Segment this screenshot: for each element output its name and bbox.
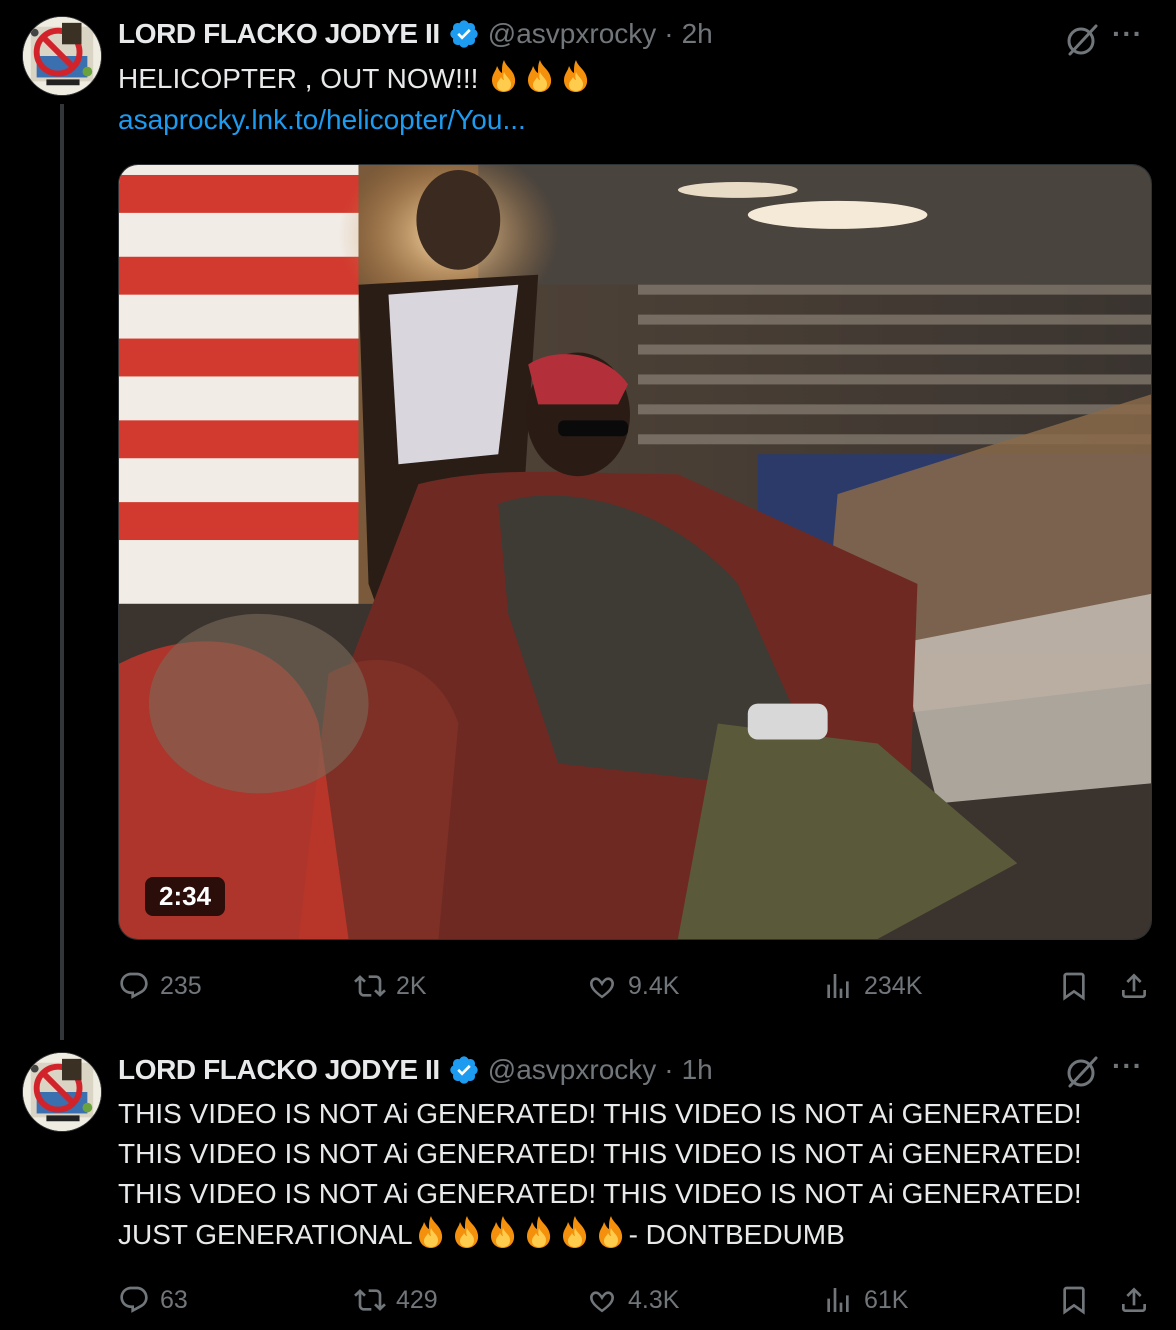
like-button[interactable]: 9.4K	[586, 966, 679, 1006]
views-button[interactable]: 61K	[822, 1280, 908, 1320]
share-button[interactable]	[1118, 1280, 1150, 1320]
avatar-image	[23, 1053, 101, 1131]
reply-icon	[118, 1284, 150, 1316]
fire-emoji	[557, 1214, 593, 1250]
repost-count: 2K	[396, 971, 427, 1000]
view-count: 234K	[864, 971, 923, 1000]
fire-emoji	[449, 1214, 485, 1250]
view-count: 61K	[864, 1285, 909, 1314]
action-bar: 235 2K 9.4K 234K	[118, 966, 1158, 1006]
verified-badge-icon[interactable]	[448, 18, 480, 50]
bookmark-icon	[1058, 970, 1090, 1002]
tweet-header: LORD FLACKO JODYE II @asvpxrocky · 1h	[118, 1050, 713, 1090]
like-count: 9.4K	[628, 971, 680, 1000]
fire-emoji	[413, 1214, 449, 1250]
separator: ·	[664, 18, 674, 49]
handle[interactable]: @asvpxrocky	[488, 1054, 656, 1086]
more-options-button[interactable]: ···	[1112, 18, 1143, 50]
like-count: 4.3K	[628, 1285, 680, 1314]
reply-count: 63	[160, 1285, 188, 1314]
share-button[interactable]	[1118, 966, 1150, 1006]
handle[interactable]: @asvpxrocky	[488, 18, 656, 50]
repost-icon	[354, 970, 386, 1002]
thread-line	[60, 104, 64, 1040]
tweet-text-segment: - DONTBEDUMB	[628, 1219, 845, 1250]
video-duration: 2:34	[145, 877, 226, 916]
views-icon	[822, 970, 854, 1002]
verified-badge-icon[interactable]	[448, 1054, 480, 1086]
tweet-text-content: HELICOPTER , OUT NOW!!!	[118, 63, 479, 94]
action-bar: 63 429 4.3K 61K	[118, 1280, 1158, 1320]
tweet-text-line: JUST GENERATIONAL - DONTBEDUMB	[118, 1214, 1158, 1255]
tweet-header: LORD FLACKO JODYE II @asvpxrocky · 2h	[118, 14, 713, 54]
fire-emojis	[486, 63, 594, 94]
fire-emoji	[485, 1214, 521, 1250]
bookmark-button[interactable]	[1058, 966, 1090, 1006]
reply-icon	[118, 970, 150, 1002]
timestamp[interactable]: 2h	[682, 18, 713, 50]
tweet-text: HELICOPTER , OUT NOW!!!	[118, 58, 594, 99]
display-name[interactable]: LORD FLACKO JODYE II	[118, 1054, 440, 1086]
fire-emojis	[413, 1219, 629, 1250]
fire-emoji	[558, 58, 594, 94]
timestamp[interactable]: 1h	[682, 1054, 713, 1086]
more-options-button[interactable]: ···	[1112, 1050, 1143, 1082]
tweet-text-segment: JUST GENERATIONAL	[118, 1219, 413, 1250]
share-icon	[1118, 970, 1150, 1002]
grok-icon[interactable]	[1064, 22, 1100, 58]
share-icon	[1118, 1284, 1150, 1316]
video-thumbnail	[119, 165, 1151, 939]
tweet[interactable]: LORD FLACKO JODYE II @asvpxrocky · 2h ··…	[0, 0, 1176, 1040]
views-icon	[822, 1284, 854, 1316]
fire-emoji	[521, 1214, 557, 1250]
repost-icon	[354, 1284, 386, 1316]
fire-emoji	[522, 58, 558, 94]
avatar[interactable]	[22, 16, 102, 96]
separator: ·	[664, 1054, 674, 1085]
fire-emoji	[486, 58, 522, 94]
views-button[interactable]: 234K	[822, 966, 922, 1006]
heart-icon	[586, 970, 618, 1002]
repost-button[interactable]: 2K	[354, 966, 427, 1006]
display-name[interactable]: LORD FLACKO JODYE II	[118, 18, 440, 50]
video-player[interactable]: 2:34	[118, 164, 1152, 940]
tweet-text-line: THIS VIDEO IS NOT Ai GENERATED! THIS VID…	[118, 1098, 1082, 1129]
tweet-text-line: THIS VIDEO IS NOT Ai GENERATED! THIS VID…	[118, 1138, 1082, 1169]
avatar-image	[23, 17, 101, 95]
repost-button[interactable]: 429	[354, 1280, 438, 1320]
reply-button[interactable]: 235	[118, 966, 202, 1006]
reply-count: 235	[160, 971, 202, 1000]
like-button[interactable]: 4.3K	[586, 1280, 679, 1320]
tweet-text: THIS VIDEO IS NOT Ai GENERATED! THIS VID…	[118, 1094, 1158, 1255]
grok-icon[interactable]	[1064, 1054, 1100, 1090]
bookmark-button[interactable]	[1058, 1280, 1090, 1320]
bookmark-icon	[1058, 1284, 1090, 1316]
repost-count: 429	[396, 1285, 438, 1314]
reply-button[interactable]: 63	[118, 1280, 188, 1320]
tweet-link[interactable]: asaprocky.lnk.to/helicopter/You...	[118, 100, 526, 140]
fire-emoji	[593, 1214, 629, 1250]
tweet-text-line: THIS VIDEO IS NOT Ai GENERATED! THIS VID…	[118, 1178, 1082, 1209]
avatar[interactable]	[22, 1052, 102, 1132]
tweet[interactable]: LORD FLACKO JODYE II @asvpxrocky · 1h ··…	[0, 1040, 1176, 1330]
heart-icon	[586, 1284, 618, 1316]
